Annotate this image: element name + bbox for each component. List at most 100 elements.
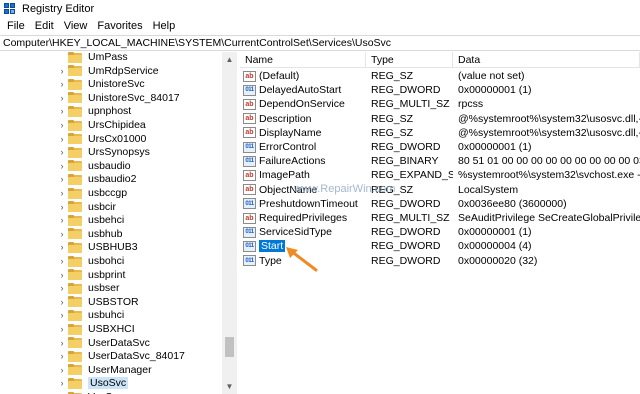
value-row[interactable]: 011 ErrorControl REG_DWORD 0x00000001 (1) <box>240 140 640 154</box>
expand-chevron-icon[interactable]: › <box>56 363 68 377</box>
column-header-data[interactable]: Data <box>453 52 640 67</box>
column-header-type[interactable]: Type <box>366 52 453 67</box>
value-row[interactable]: ab ImagePath REG_EXPAND_SZ %systemroot%\sys… <box>240 168 640 182</box>
expand-chevron-icon[interactable]: › <box>56 104 68 118</box>
tree-item[interactable]: › usbaudio <box>0 159 222 173</box>
expand-chevron-icon[interactable]: › <box>56 132 68 146</box>
tree-item[interactable]: › UrsSynopsys <box>0 145 222 159</box>
expand-chevron-icon[interactable]: › <box>56 213 68 227</box>
scrollbar-thumb[interactable] <box>225 337 234 357</box>
value-name: DisplayName <box>259 126 322 139</box>
value-row[interactable]: 011 Type REG_DWORD 0x00000020 (32) <box>240 254 640 268</box>
expand-chevron-icon[interactable]: › <box>56 145 68 159</box>
value-row[interactable]: ab ObjectName REG_SZ LocalSystem <box>240 183 640 197</box>
scroll-up-arrow-icon[interactable]: ▲ <box>222 52 237 67</box>
tree-item[interactable]: › usbccgp <box>0 186 222 200</box>
address-bar[interactable]: Computer\HKEY_LOCAL_MACHINE\SYSTEM\Curre… <box>0 35 640 51</box>
tree-item-label: usbaudio2 <box>88 173 137 186</box>
folder-icon <box>68 105 83 117</box>
tree-item[interactable]: › USBSTOR <box>0 295 222 309</box>
value-name: ObjectName <box>259 183 318 196</box>
value-name: Description <box>259 112 312 125</box>
expand-chevron-icon[interactable]: › <box>56 186 68 200</box>
tree-item[interactable]: › UrsChipidea <box>0 118 222 132</box>
value-row[interactable]: 011 DelayedAutoStart REG_DWORD 0x00000001 (… <box>240 83 640 97</box>
menu-help[interactable]: Help <box>148 20 181 32</box>
tree-item[interactable]: › USBHUB3 <box>0 240 222 254</box>
value-data: 0x0036ee80 (3600000) <box>458 197 567 210</box>
value-data: 0x00000020 (32) <box>458 254 538 267</box>
expand-chevron-icon[interactable]: › <box>56 240 68 254</box>
value-row[interactable]: ab DependOnService REG_MULTI_SZ rpcss <box>240 97 640 111</box>
expand-chevron-icon[interactable]: › <box>56 336 68 350</box>
tree-item[interactable]: › UrsCx01000 <box>0 132 222 146</box>
expand-chevron-icon[interactable]: › <box>56 254 68 268</box>
expand-chevron-icon[interactable]: › <box>56 91 68 105</box>
tree-item[interactable]: › UsoSvc <box>0 376 222 390</box>
menu-favorites[interactable]: Favorites <box>92 20 147 32</box>
expand-chevron-icon[interactable]: › <box>56 172 68 186</box>
expand-chevron-icon[interactable]: › <box>56 322 68 336</box>
expand-chevron-icon[interactable]: › <box>56 376 68 390</box>
scroll-down-arrow-icon[interactable]: ▼ <box>222 379 237 394</box>
tree-item[interactable]: › usbohci <box>0 254 222 268</box>
expand-chevron-icon[interactable]: › <box>56 159 68 173</box>
value-row[interactable]: ab (Default) REG_SZ (value not set) <box>240 69 640 83</box>
tree-item[interactable]: › usbser <box>0 281 222 295</box>
value-type: REG_SZ <box>371 183 414 196</box>
expand-chevron-icon[interactable]: › <box>56 295 68 309</box>
expand-chevron-icon[interactable]: › <box>56 349 68 363</box>
tree-item[interactable]: › UserDataSvc <box>0 336 222 350</box>
tree-item[interactable]: ›VacSvc <box>0 390 222 394</box>
tree-item[interactable]: › UmRdpService <box>0 64 222 78</box>
menu-file[interactable]: File <box>2 20 30 32</box>
expand-chevron-icon[interactable]: › <box>56 390 68 394</box>
string-value-icon: ab <box>243 98 256 110</box>
tree-item[interactable]: › usbaudio2 <box>0 172 222 186</box>
value-row[interactable]: ab DisplayName REG_SZ @%systemroot%\system3… <box>240 126 640 140</box>
expand-chevron-icon[interactable]: › <box>56 227 68 241</box>
tree-item-label: usbaudio <box>88 159 131 172</box>
tree-item[interactable]: › usbehci <box>0 213 222 227</box>
folder-icon <box>68 241 83 253</box>
expand-chevron-icon[interactable]: › <box>56 118 68 132</box>
expand-chevron-icon[interactable]: › <box>56 268 68 282</box>
tree-item[interactable]: › UnistoreSvc <box>0 77 222 91</box>
menu-view[interactable]: View <box>59 20 93 32</box>
value-row[interactable]: ab RequiredPrivileges REG_MULTI_SZ SeAuditP… <box>240 211 640 225</box>
tree-item[interactable]: › usbcir <box>0 200 222 214</box>
value-data: @%systemroot%\system32\usosvc.dll,-102 <box>458 112 640 125</box>
value-data: 0x00000001 (1) <box>458 141 532 153</box>
expand-chevron-icon[interactable]: › <box>56 77 68 91</box>
folder-icon <box>68 146 83 158</box>
menu-edit[interactable]: Edit <box>30 20 59 32</box>
tree-item[interactable]: › usbprint <box>0 268 222 282</box>
tree-item[interactable]: › UserDataSvc_84017 <box>0 349 222 363</box>
value-type: REG_DWORD <box>371 254 441 267</box>
column-header-name[interactable]: Name <box>240 52 366 67</box>
tree-scrollbar[interactable]: ▲ ▼ <box>222 52 237 394</box>
tree-item[interactable]: › UserManager <box>0 363 222 377</box>
value-name-cell: 011 PreshutdownTimeout <box>240 198 366 210</box>
value-type: REG_MULTI_SZ <box>371 212 450 224</box>
value-row[interactable]: 011 ServiceSidType REG_DWORD 0x00000001 (1) <box>240 225 640 239</box>
tree-item[interactable]: › upnphost <box>0 104 222 118</box>
tree-item[interactable]: UmPass <box>0 52 222 64</box>
value-row[interactable]: 011 PreshutdownTimeout REG_DWORD 0x0036ee80… <box>240 197 640 211</box>
expand-chevron-icon[interactable]: › <box>56 281 68 295</box>
binary-value-icon: 011 <box>243 84 256 96</box>
tree-item[interactable]: › usbuhci <box>0 308 222 322</box>
tree-item[interactable]: › UnistoreSvc_84017 <box>0 91 222 105</box>
expand-chevron-icon[interactable]: › <box>56 64 68 78</box>
expand-chevron-icon[interactable]: › <box>56 200 68 214</box>
tree-item[interactable]: › USBXHCI <box>0 322 222 336</box>
window-title: Registry Editor <box>22 2 95 15</box>
tree-item-label: USBSTOR <box>88 295 139 308</box>
tree-item[interactable]: › usbhub <box>0 227 222 241</box>
string-value-icon: ab <box>243 70 256 82</box>
value-row[interactable]: 011 FailureActions REG_BINARY 80 51 01 00 0… <box>240 154 640 168</box>
expand-chevron-icon[interactable]: › <box>56 308 68 322</box>
value-row[interactable]: 011 Start REG_DWORD 0x00000004 (4) <box>240 239 640 253</box>
value-data: @%systemroot%\system32\usosvc.dll,-101 <box>458 126 640 139</box>
value-row[interactable]: ab Description REG_SZ @%systemroot%\system3… <box>240 112 640 126</box>
